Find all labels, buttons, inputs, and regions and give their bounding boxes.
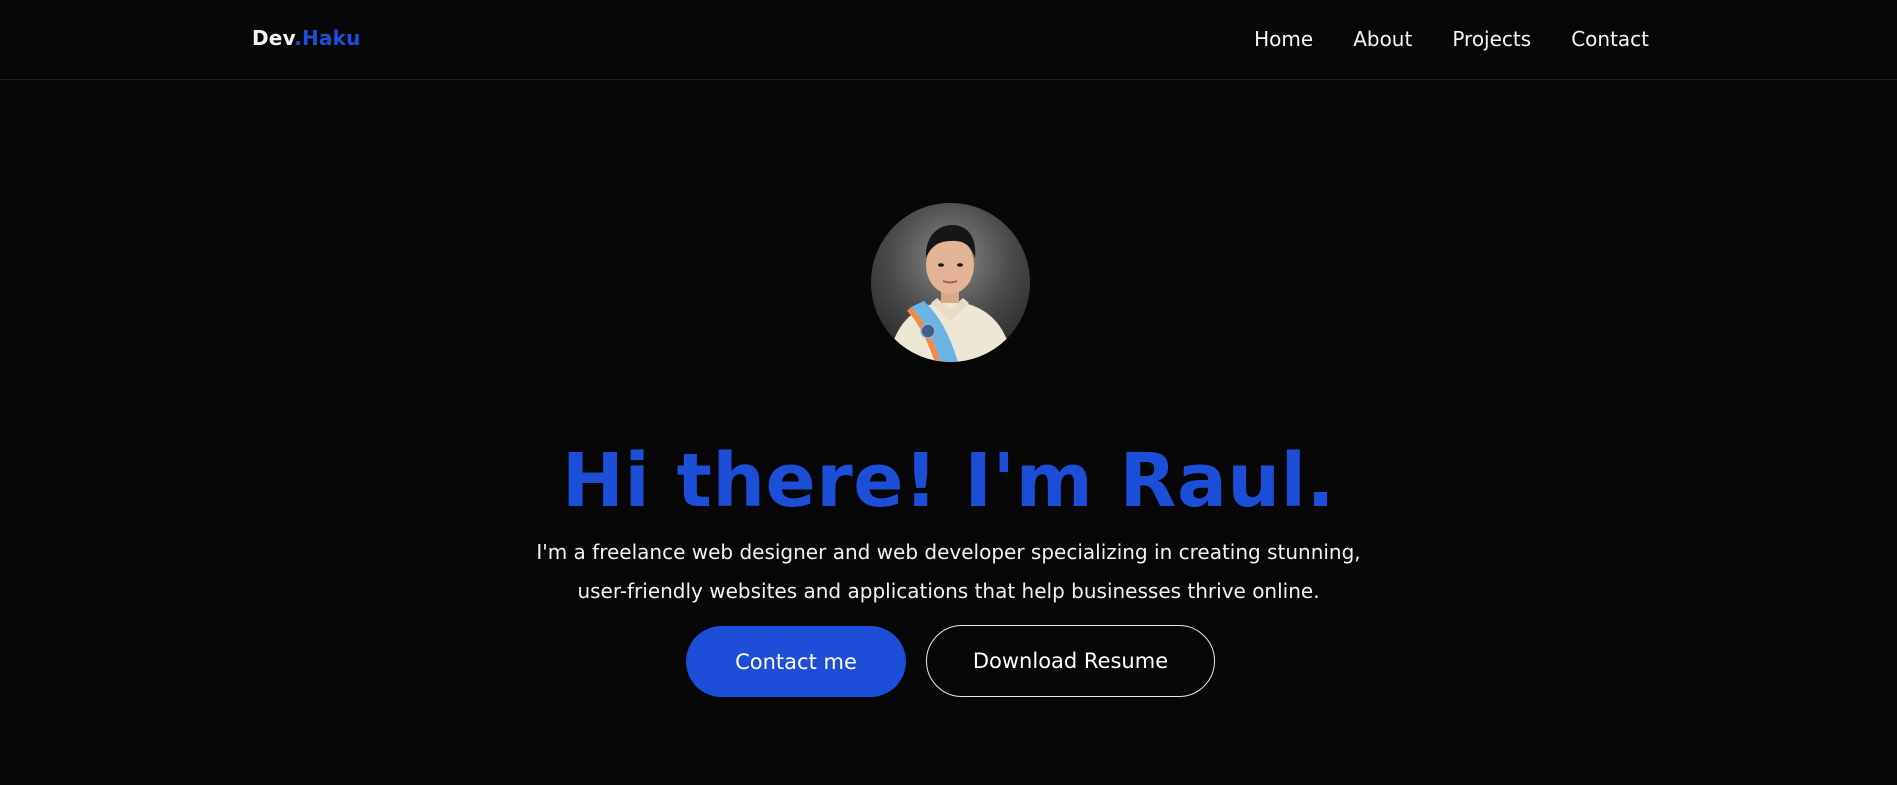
hero-intro-line-2: user-friendly websites and applications … (577, 579, 1320, 603)
logo-part-dev: Dev (252, 26, 295, 50)
hero-intro-line-1: I'm a freelance web designer and web dev… (536, 540, 1361, 564)
profile-photo-icon (871, 203, 1030, 362)
site-logo[interactable]: Dev.Haku (252, 26, 361, 50)
logo-part-haku: .Haku (294, 26, 361, 50)
nav-projects[interactable]: Projects (1452, 27, 1531, 51)
nav-links: Home About Projects Contact (1254, 27, 1649, 51)
hero-headline: Hi there! I'm Raul. (561, 437, 1336, 524)
navbar: Dev.Haku Home About Projects Contact (0, 0, 1897, 80)
nav-home[interactable]: Home (1254, 27, 1313, 51)
avatar (871, 203, 1030, 362)
download-resume-button[interactable]: Download Resume (926, 625, 1215, 697)
hero-intro: I'm a freelance web designer and web dev… (520, 533, 1377, 611)
contact-me-button[interactable]: Contact me (686, 626, 906, 697)
nav-about[interactable]: About (1353, 27, 1412, 51)
hero-section: Hi there! I'm Raul. I'm a freelance web … (0, 80, 1897, 785)
nav-contact[interactable]: Contact (1571, 27, 1649, 51)
